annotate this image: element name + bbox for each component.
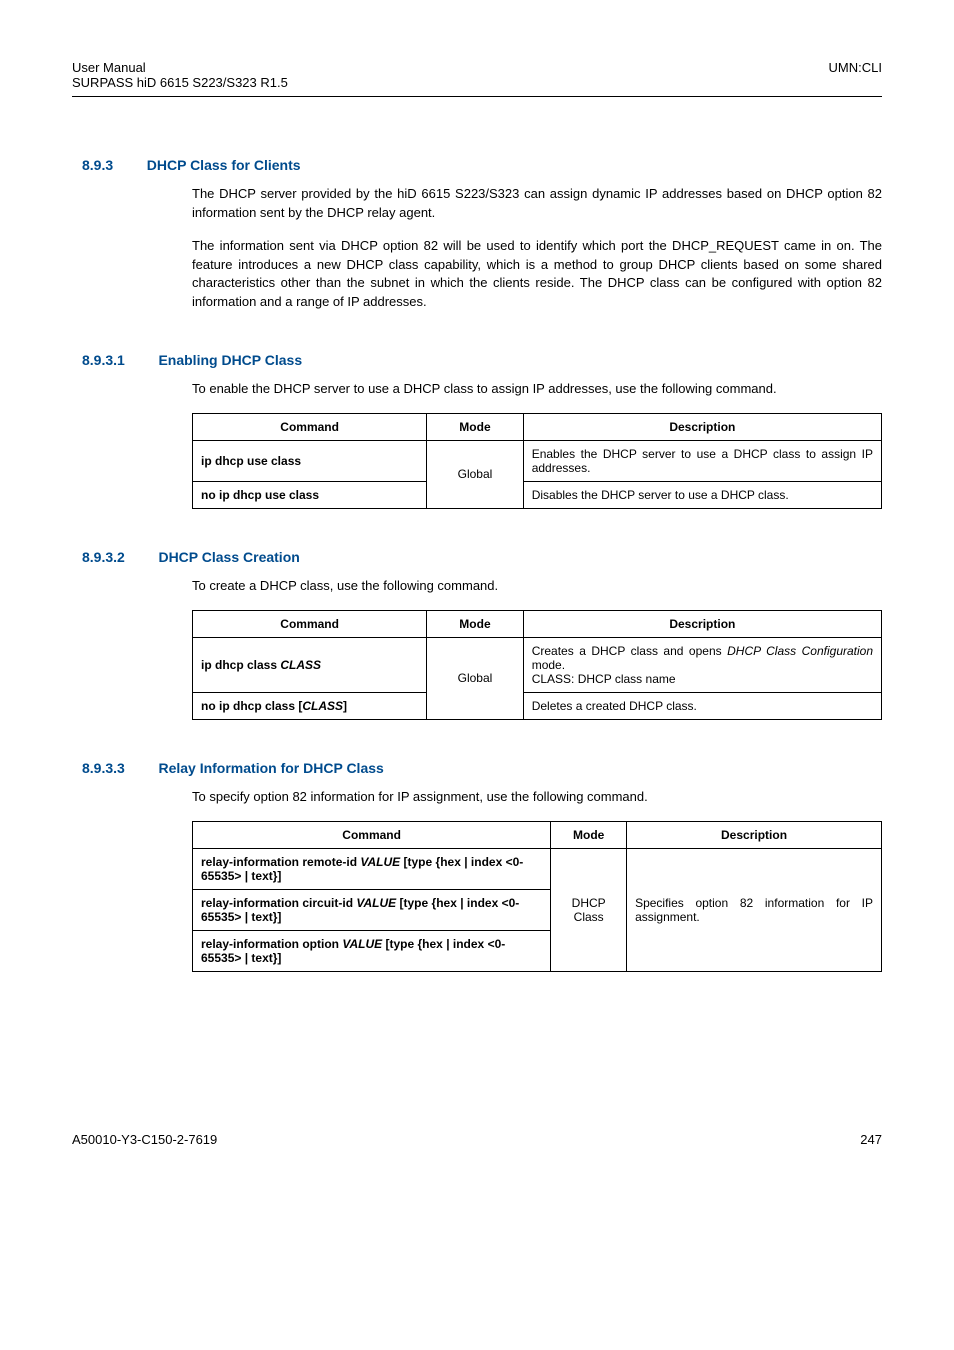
cell-desc: Disables the DHCP server to use a DHCP c…	[523, 481, 881, 508]
cell-command: no ip dhcp use class	[193, 481, 427, 508]
header-left-line1: User Manual	[72, 60, 288, 75]
table-row: relay-information remote-id VALUE [type …	[193, 848, 882, 889]
cmd-text: }]	[273, 951, 282, 965]
cmd-text: type	[389, 937, 414, 951]
th-mode: Mode	[551, 821, 627, 848]
cmd-text: |	[457, 896, 467, 910]
cmd-text: {	[432, 855, 440, 869]
cell-command: relay-information remote-id VALUE [type …	[193, 848, 551, 889]
cmd-text: {	[428, 896, 436, 910]
cmd-arg: VALUE	[356, 896, 396, 910]
cell-mode: Global	[427, 637, 523, 719]
table-header-row: Command Mode Description	[193, 413, 882, 440]
page-header: User Manual SURPASS hiD 6615 S223/S323 R…	[72, 60, 882, 90]
subsection-number: 8.9.3.1	[82, 352, 125, 368]
section-title: DHCP Class for Clients	[147, 157, 301, 173]
desc-text: CLASS: DHCP class name	[532, 672, 676, 686]
page-footer: A50010-Y3-C150-2-7619 247	[72, 1132, 882, 1147]
th-command: Command	[193, 821, 551, 848]
paragraph: To enable the DHCP server to use a DHCP …	[192, 380, 882, 399]
subsection-heading-8-9-3-1: 8.9.3.1 Enabling DHCP Class	[72, 352, 882, 368]
table-header-row: Command Mode Description	[193, 821, 882, 848]
table-row: no ip dhcp use class Disables the DHCP s…	[193, 481, 882, 508]
desc-text: mode.	[532, 658, 565, 672]
content-area: 8.9.3 DHCP Class for Clients The DHCP se…	[192, 157, 882, 972]
cell-command: ip dhcp use class	[193, 440, 427, 481]
cmd-arg: CLASS	[302, 699, 343, 713]
cmd-text: {	[414, 937, 422, 951]
th-description: Description	[627, 821, 882, 848]
header-rule	[72, 96, 882, 97]
cmd-text: hex	[436, 896, 457, 910]
desc-mode: DHCP Class Configuration	[727, 644, 873, 658]
header-right: UMN:CLI	[829, 60, 882, 75]
cmd-text: index	[453, 937, 484, 951]
cmd-text: ip dhcp class	[201, 658, 280, 672]
cmd-text: no ip dhcp class	[201, 699, 298, 713]
footer-right: 247	[860, 1132, 882, 1147]
cmd-bracket: ]	[343, 699, 347, 713]
subsection-title: Relay Information for DHCP Class	[158, 760, 383, 776]
section-heading-8-9-3: 8.9.3 DHCP Class for Clients	[72, 157, 882, 173]
subsection-number: 8.9.3.3	[82, 760, 125, 776]
paragraph: To create a DHCP class, use the followin…	[192, 577, 882, 596]
cmd-text: |	[443, 937, 453, 951]
cmd-text: index	[467, 896, 498, 910]
cell-command: no ip dhcp class [CLASS]	[193, 692, 427, 719]
header-left-line2: SURPASS hiD 6615 S223/S323 R1.5	[72, 75, 288, 90]
cell-mode: DHCP Class	[551, 848, 627, 971]
cmd-arg: VALUE	[360, 855, 400, 869]
paragraph: The information sent via DHCP option 82 …	[192, 237, 882, 312]
cmd-text: |	[461, 855, 471, 869]
cmd-text: relay-information circuit-id	[201, 896, 356, 910]
cmd-arg: VALUE	[342, 937, 382, 951]
cmd-text: text	[251, 951, 272, 965]
table-header-row: Command Mode Description	[193, 610, 882, 637]
th-description: Description	[523, 610, 881, 637]
th-command: Command	[193, 413, 427, 440]
paragraph: The DHCP server provided by the hiD 6615…	[192, 185, 882, 223]
cmd-text: index	[471, 855, 502, 869]
th-description: Description	[523, 413, 881, 440]
cell-command: relay-information circuit-id VALUE [type…	[193, 889, 551, 930]
cell-desc: Enables the DHCP server to use a DHCP cl…	[523, 440, 881, 481]
cell-desc: Creates a DHCP class and opens DHCP Clas…	[523, 637, 881, 692]
section-number: 8.9.3	[82, 157, 113, 173]
cell-desc: Specifies option 82 information for IP a…	[627, 848, 882, 971]
table-row: ip dhcp use class Global Enables the DHC…	[193, 440, 882, 481]
cmd-text: text	[251, 910, 272, 924]
table-row: no ip dhcp class [CLASS] Deletes a creat…	[193, 692, 882, 719]
subsection-heading-8-9-3-3: 8.9.3.3 Relay Information for DHCP Class	[72, 760, 882, 776]
command-table-enable-class: Command Mode Description ip dhcp use cla…	[192, 413, 882, 509]
cell-desc: Deletes a created DHCP class.	[523, 692, 881, 719]
paragraph: To specify option 82 information for IP …	[192, 788, 882, 807]
cmd-text: text	[251, 869, 272, 883]
header-left: User Manual SURPASS hiD 6615 S223/S323 R…	[72, 60, 288, 90]
subsection-heading-8-9-3-2: 8.9.3.2 DHCP Class Creation	[72, 549, 882, 565]
table-row: ip dhcp class CLASS Global Creates a DHC…	[193, 637, 882, 692]
cell-command: relay-information option VALUE [type {he…	[193, 930, 551, 971]
footer-left: A50010-Y3-C150-2-7619	[72, 1132, 217, 1147]
cmd-text: relay-information remote-id	[201, 855, 360, 869]
cmd-text: relay-information option	[201, 937, 342, 951]
th-mode: Mode	[427, 413, 523, 440]
cmd-text: hex	[422, 937, 443, 951]
th-mode: Mode	[427, 610, 523, 637]
cell-mode: Global	[427, 440, 523, 508]
cmd-text: }]	[273, 910, 282, 924]
cmd-text: hex	[440, 855, 461, 869]
cell-command: ip dhcp class CLASS	[193, 637, 427, 692]
cmd-text: }]	[273, 869, 282, 883]
page: User Manual SURPASS hiD 6615 S223/S323 R…	[0, 0, 954, 1187]
cmd-text: type	[403, 896, 428, 910]
subsection-title: Enabling DHCP Class	[158, 352, 302, 368]
subsection-title: DHCP Class Creation	[158, 549, 299, 565]
cmd-text: type	[407, 855, 432, 869]
command-table-create-class: Command Mode Description ip dhcp class C…	[192, 610, 882, 720]
command-table-relay-info: Command Mode Description relay-informati…	[192, 821, 882, 972]
desc-text: Creates a DHCP class and opens	[532, 644, 727, 658]
cmd-arg: CLASS	[280, 658, 321, 672]
subsection-number: 8.9.3.2	[82, 549, 125, 565]
th-command: Command	[193, 610, 427, 637]
